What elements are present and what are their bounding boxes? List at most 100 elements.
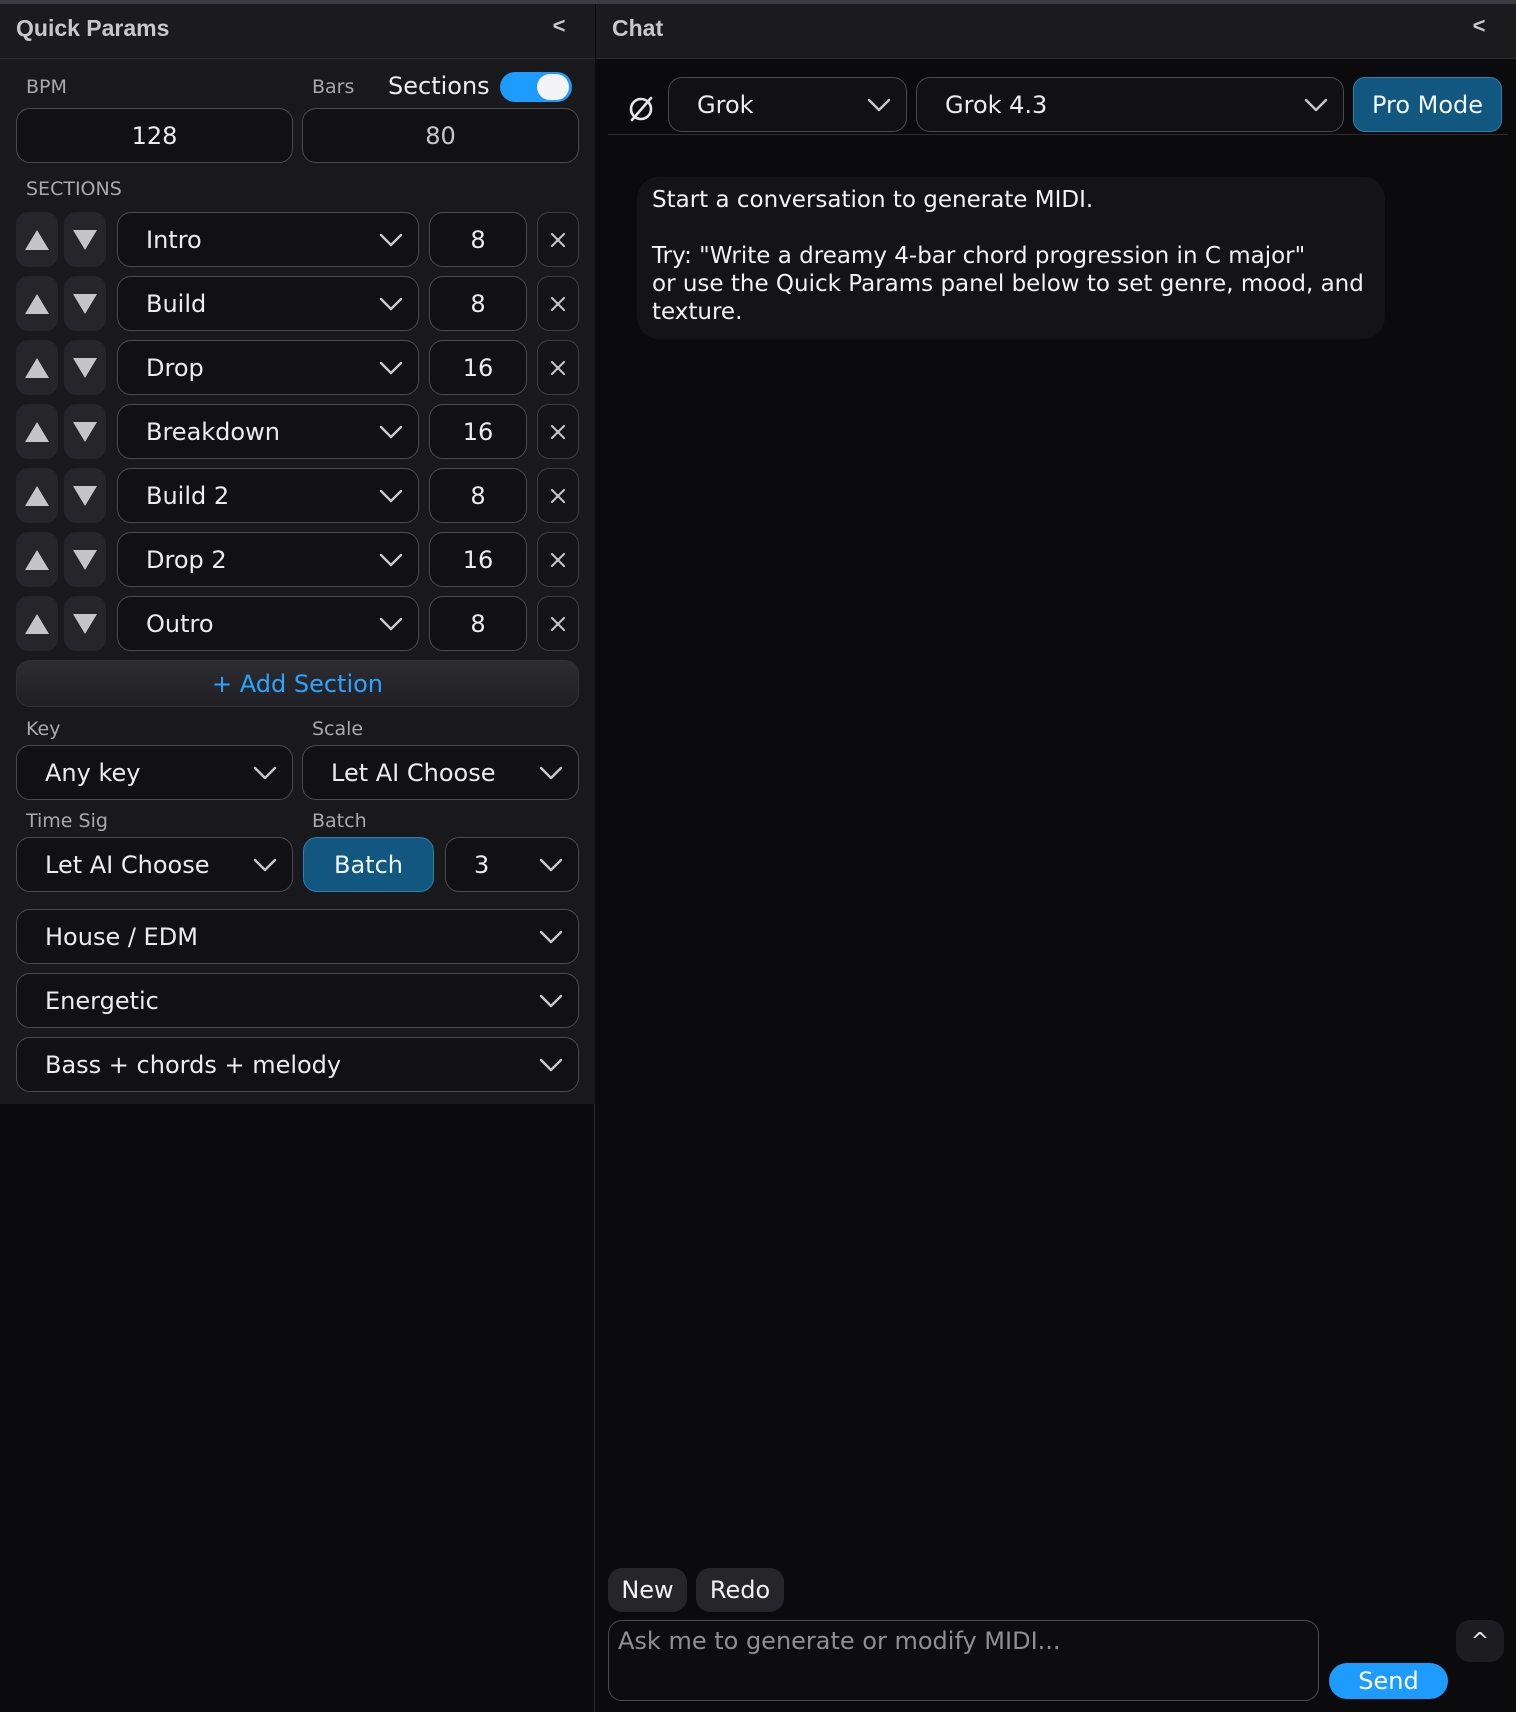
- chevron-down-icon: [253, 858, 277, 871]
- section-type-select[interactable]: Build: [117, 276, 419, 331]
- bars-label: Bars: [312, 76, 355, 98]
- section-type-select[interactable]: Drop: [117, 340, 419, 395]
- move-section-down-button[interactable]: [64, 340, 106, 395]
- triangle-down-icon: [73, 613, 97, 634]
- bpm-value: 128: [131, 121, 178, 150]
- pro-mode-button[interactable]: Pro Mode: [1353, 77, 1502, 132]
- section-type-select[interactable]: Build 2: [117, 468, 419, 523]
- triangle-down-icon: [73, 549, 97, 570]
- move-section-up-button[interactable]: [16, 468, 58, 523]
- send-button[interactable]: Send: [1329, 1663, 1448, 1699]
- close-icon: [551, 296, 565, 311]
- provider-select[interactable]: Grok: [668, 77, 907, 132]
- new-chat-button[interactable]: New: [608, 1568, 687, 1612]
- section-type-select[interactable]: Outro: [117, 596, 419, 651]
- section-type-value: Intro: [146, 225, 202, 254]
- section-type-value: Build: [146, 289, 207, 318]
- close-icon: [551, 232, 565, 247]
- redo-button[interactable]: Redo: [696, 1568, 784, 1612]
- bpm-field[interactable]: 128: [16, 108, 293, 163]
- remove-section-button[interactable]: [537, 404, 579, 459]
- section-bars-field[interactable]: 8: [429, 468, 527, 523]
- section-bars-field[interactable]: 8: [429, 596, 527, 651]
- batch-button[interactable]: Batch: [303, 837, 434, 892]
- remove-section-button[interactable]: [537, 340, 579, 395]
- chevron-down-icon: [539, 858, 563, 871]
- key-select[interactable]: Any key: [16, 745, 293, 800]
- move-section-up-button[interactable]: [16, 532, 58, 587]
- remove-section-button[interactable]: [537, 276, 579, 331]
- triangle-up-icon: [25, 485, 49, 506]
- move-section-up-button[interactable]: [16, 596, 58, 651]
- bars-value: 80: [425, 121, 456, 150]
- move-section-up-button[interactable]: [16, 340, 58, 395]
- time-sig-select-value: Let AI Choose: [45, 850, 210, 879]
- sections-toggle[interactable]: [500, 72, 572, 102]
- move-section-up-button[interactable]: [16, 212, 58, 267]
- remove-section-button[interactable]: [537, 212, 579, 267]
- quick-params-collapse-button[interactable]: <: [547, 13, 571, 41]
- genre-select-value: House / EDM: [45, 922, 198, 951]
- time-sig-select[interactable]: Let AI Choose: [16, 837, 293, 892]
- move-section-down-button[interactable]: [64, 404, 106, 459]
- section-type-select[interactable]: Drop 2: [117, 532, 419, 587]
- expand-input-button[interactable]: ^: [1456, 1620, 1504, 1662]
- scale-label: Scale: [312, 718, 364, 740]
- triangle-down-icon: [73, 357, 97, 378]
- section-bars-field[interactable]: 8: [429, 212, 527, 267]
- scale-select[interactable]: Let AI Choose: [302, 745, 579, 800]
- section-bars-value: 8: [470, 481, 486, 510]
- section-type-select[interactable]: Breakdown: [117, 404, 419, 459]
- toggle-knob: [537, 74, 569, 100]
- chat-input[interactable]: [608, 1620, 1319, 1701]
- remove-section-button[interactable]: [537, 468, 579, 523]
- chevron-down-icon: [539, 994, 563, 1007]
- close-icon: [551, 488, 565, 503]
- triangle-up-icon: [25, 549, 49, 570]
- move-section-down-button[interactable]: [64, 532, 106, 587]
- add-section-button[interactable]: + Add Section: [16, 660, 579, 707]
- remove-section-button[interactable]: [537, 596, 579, 651]
- texture-select[interactable]: Bass + chords + melody: [16, 1037, 579, 1092]
- move-section-up-button[interactable]: [16, 276, 58, 331]
- key-select-value: Any key: [45, 758, 141, 787]
- remove-section-button[interactable]: [537, 532, 579, 587]
- chat-header: [596, 4, 1516, 59]
- chat-collapse-button[interactable]: <: [1467, 13, 1491, 41]
- batch-count-value: 3: [474, 850, 490, 879]
- section-bars-field[interactable]: 8: [429, 276, 527, 331]
- refresh-slash-icon[interactable]: [620, 88, 662, 130]
- section-type-value: Breakdown: [146, 417, 280, 446]
- chevron-down-icon: [539, 930, 563, 943]
- welcome-hint-text: Try: "Write a dreamy 4-bar chord progres…: [652, 243, 1364, 325]
- move-section-down-button[interactable]: [64, 276, 106, 331]
- triangle-down-icon: [73, 229, 97, 250]
- move-section-down-button[interactable]: [64, 212, 106, 267]
- bars-field[interactable]: 80: [302, 108, 579, 163]
- move-section-down-button[interactable]: [64, 596, 106, 651]
- section-bars-field[interactable]: 16: [429, 340, 527, 395]
- batch-count-select[interactable]: 3: [445, 837, 579, 892]
- texture-select-value: Bass + chords + melody: [45, 1050, 342, 1079]
- chat-title: Chat: [612, 15, 664, 41]
- time-sig-label: Time Sig: [26, 810, 108, 832]
- close-icon: [551, 552, 565, 567]
- section-type-select[interactable]: Intro: [117, 212, 419, 267]
- model-select[interactable]: Grok 4.3: [916, 77, 1344, 132]
- section-bars-field[interactable]: 16: [429, 532, 527, 587]
- triangle-up-icon: [25, 357, 49, 378]
- section-bars-field[interactable]: 16: [429, 404, 527, 459]
- triangle-up-icon: [25, 421, 49, 442]
- mood-select[interactable]: Energetic: [16, 973, 579, 1028]
- chevron-down-icon: [379, 489, 403, 502]
- triangle-down-icon: [73, 421, 97, 442]
- key-label: Key: [26, 718, 61, 740]
- sections-heading: SECTIONS: [26, 178, 122, 200]
- chevron-down-icon: [379, 553, 403, 566]
- chevron-down-icon: [379, 297, 403, 310]
- close-icon: [551, 424, 565, 439]
- bpm-label: BPM: [26, 76, 67, 98]
- move-section-up-button[interactable]: [16, 404, 58, 459]
- genre-select[interactable]: House / EDM: [16, 909, 579, 964]
- move-section-down-button[interactable]: [64, 468, 106, 523]
